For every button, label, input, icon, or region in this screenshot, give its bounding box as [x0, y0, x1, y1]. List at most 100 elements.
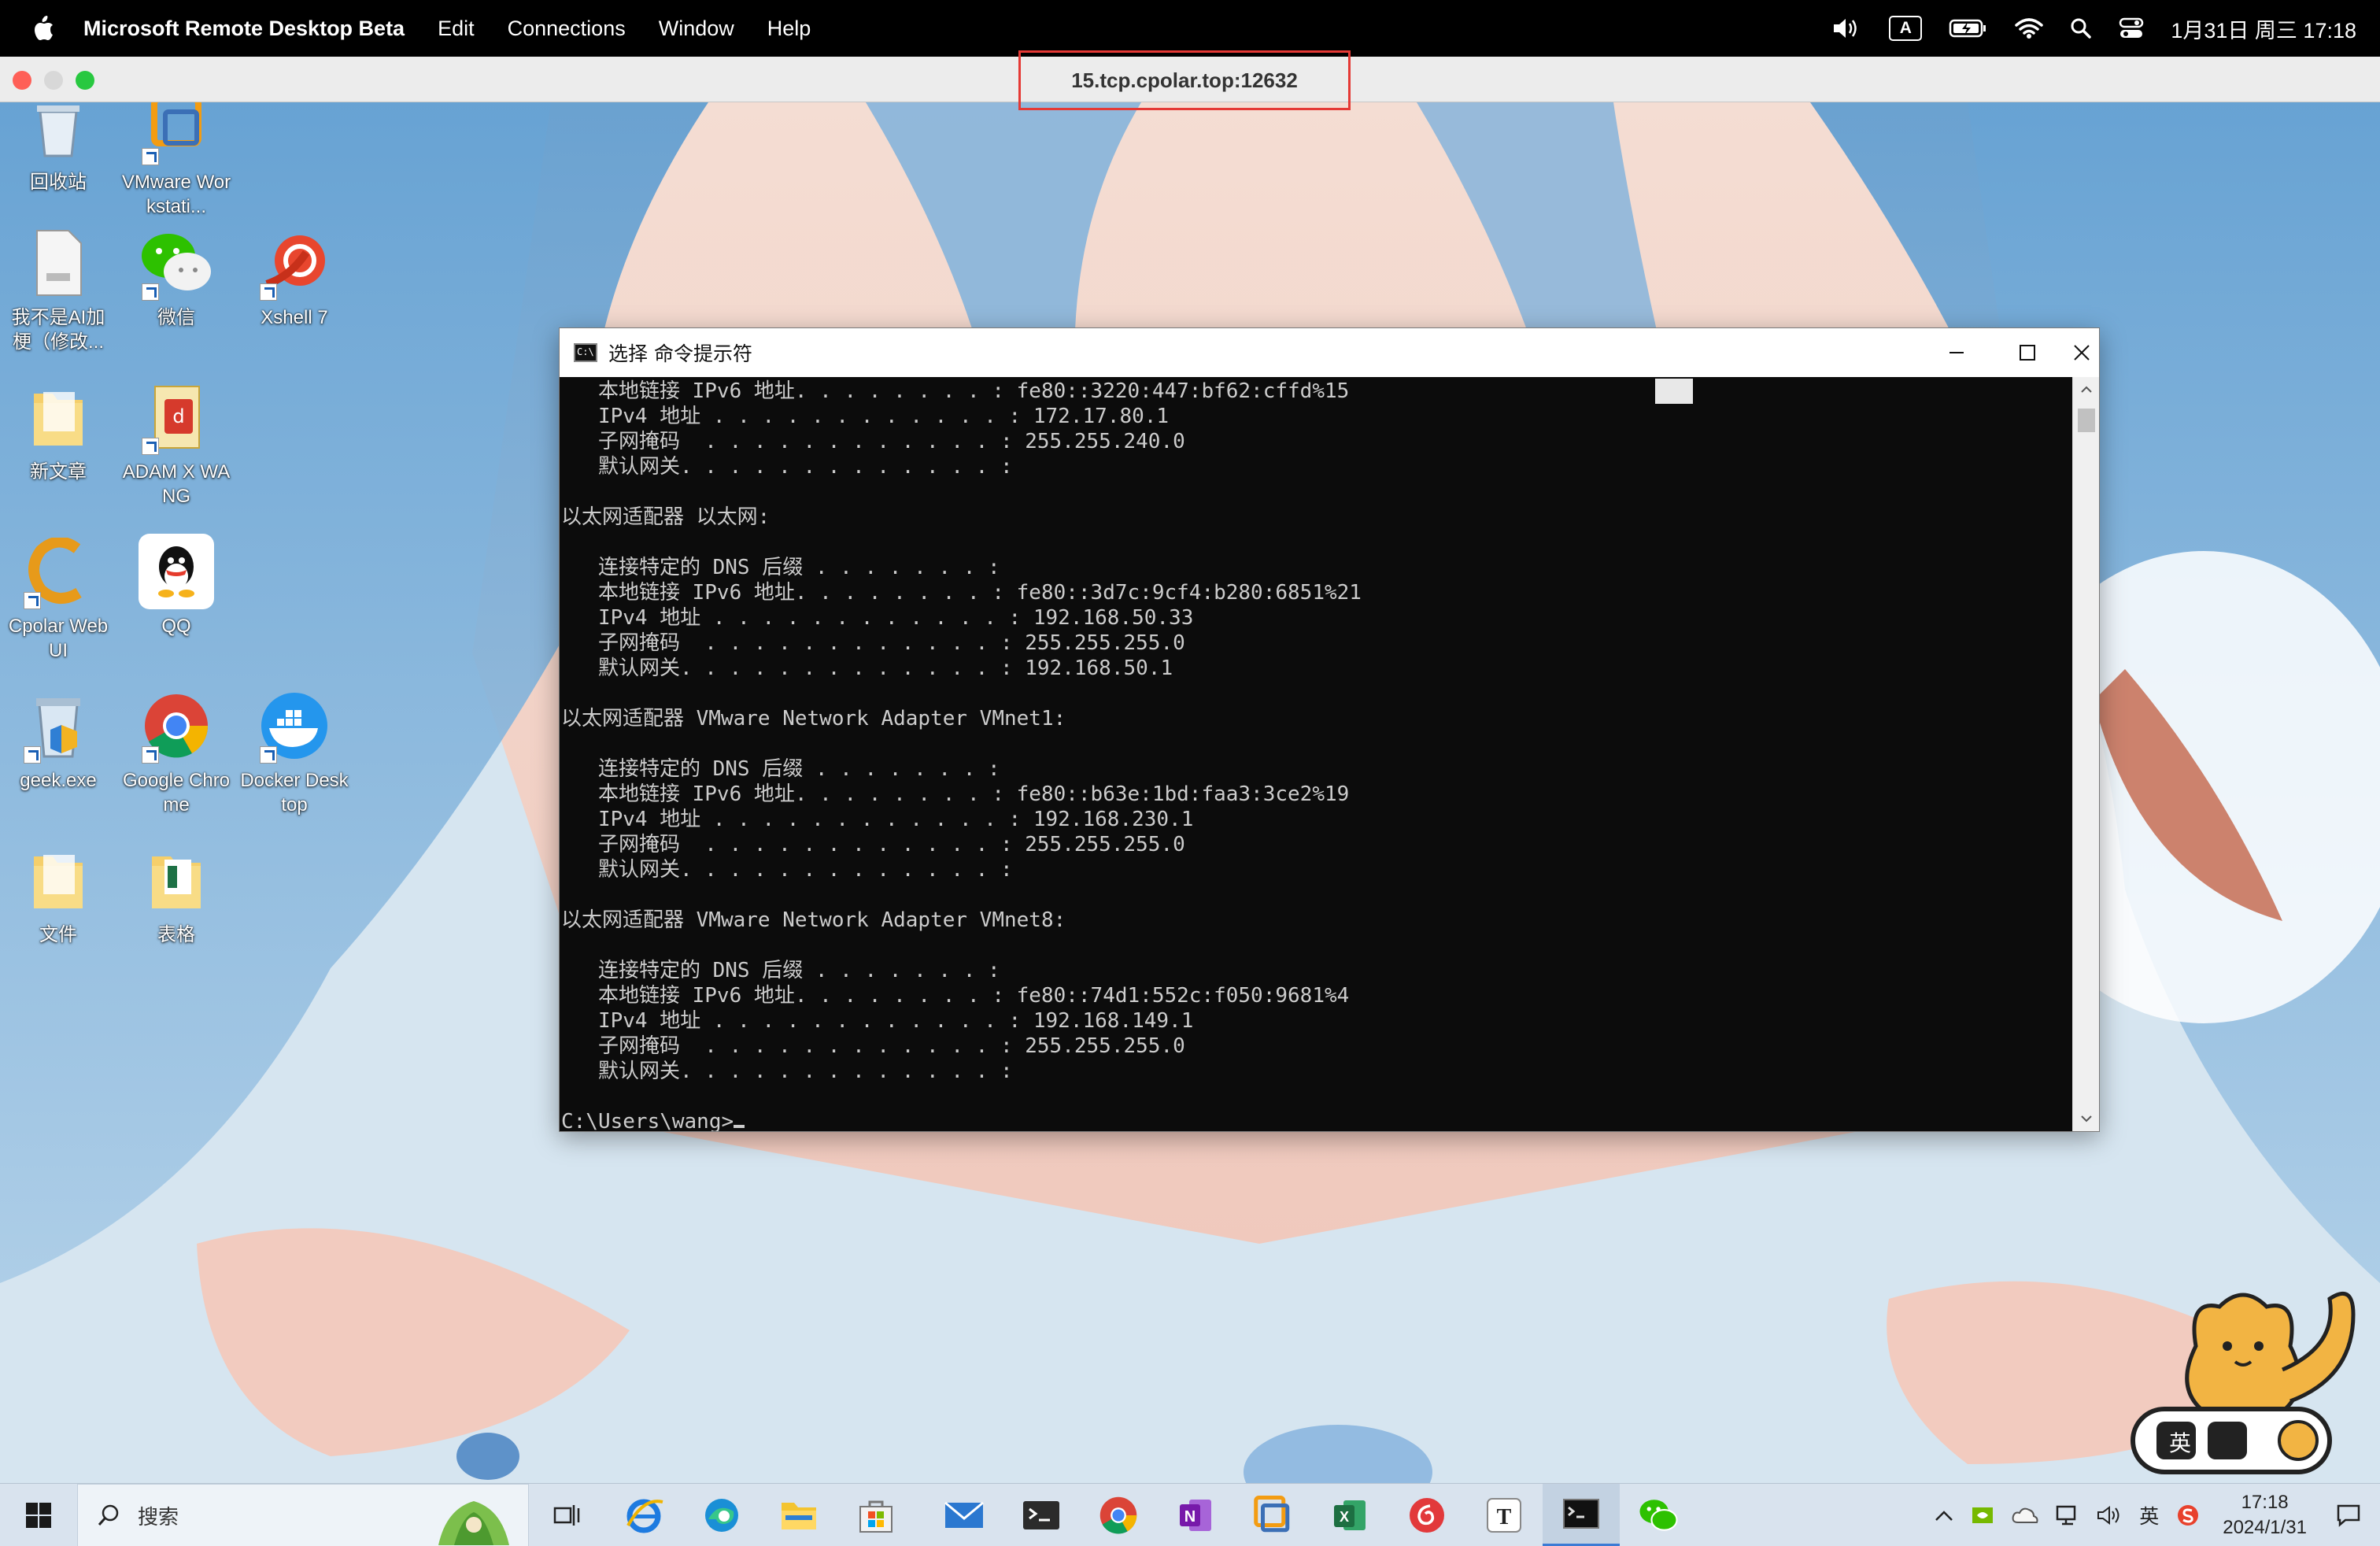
onedrive-cloud-icon[interactable] — [2012, 1507, 2038, 1524]
desktop-icon-label: 微信 — [157, 307, 195, 328]
desktop-icon-label: Xshell 7 — [261, 307, 328, 328]
desktop-icon-label: geek.exe — [20, 770, 97, 791]
vmware-workstation-icon — [1254, 1496, 1290, 1533]
show-hidden-icons-chevron-icon[interactable] — [1935, 1509, 1953, 1522]
text-selection-highlight — [1655, 379, 1693, 404]
taskbar-app-chrome[interactable] — [1080, 1484, 1157, 1546]
taskbar-search-box[interactable]: 搜索 — [77, 1484, 529, 1546]
spotlight-search-icon[interactable] — [2070, 17, 2092, 39]
edge-icon — [705, 1499, 738, 1532]
console-line: 以太网适配器 VMware Network Adapter VMnet8: — [561, 908, 1066, 932]
desktop-icon-xshell[interactable]: Xshell 7 — [239, 225, 349, 330]
console-line: 子网掩码 . . . . . . . . . . . . : 255.255.2… — [561, 1034, 1185, 1058]
menu-connections[interactable]: Connections — [508, 17, 626, 41]
docker-whale-icon — [257, 688, 332, 764]
taskbar-clock[interactable]: 17:18 2024/1/31 — [2223, 1490, 2307, 1540]
console-line: IPv4 地址 . . . . . . . . . . . . : 192.16… — [561, 808, 1194, 831]
desktop-icon-recycle-bin[interactable]: 回收站 — [3, 102, 113, 194]
scrollbar-thumb[interactable] — [2078, 409, 2095, 432]
menubar-clock[interactable]: 1月31日 周三 17:18 — [2171, 13, 2356, 44]
desktop-icon-vmware[interactable]: VMware Workstati... — [121, 102, 231, 219]
cmd-maximize-button[interactable] — [1992, 328, 2063, 377]
ime-mascot-widget[interactable]: 英 — [2117, 1252, 2369, 1480]
cmd-minimize-button[interactable] — [1921, 328, 1992, 377]
scroll-down-arrow-icon[interactable] — [2073, 1106, 2100, 1131]
apple-menu-icon[interactable] — [24, 15, 63, 42]
taskbar-app-onenote[interactable]: N — [1157, 1484, 1234, 1546]
desktop-icon-label: QQ — [161, 616, 191, 637]
scroll-up-arrow-icon[interactable] — [2073, 377, 2100, 402]
cmd-vertical-scrollbar[interactable] — [2072, 377, 2099, 1131]
desktop-icon-adam-x-wang[interactable]: d ADAM X WANG — [121, 379, 231, 509]
taskbar-app-mail[interactable] — [926, 1484, 1003, 1546]
battery-icon[interactable] — [1949, 18, 1988, 39]
vmware-workstation-icon — [139, 102, 214, 165]
taskbar-app-ie[interactable] — [606, 1484, 683, 1546]
console-line: IPv4 地址 . . . . . . . . . . . . : 192.16… — [561, 606, 1194, 630]
desktop-icon-label: 新文章 — [30, 461, 87, 483]
taskbar-app-cmd[interactable] — [1543, 1484, 1620, 1546]
taskbar-app-excel[interactable]: X — [1311, 1484, 1388, 1546]
input-source-indicator[interactable]: A — [1889, 16, 1923, 41]
chrome-icon — [1099, 1496, 1137, 1534]
start-button[interactable] — [0, 1484, 77, 1546]
task-view-icon — [553, 1505, 580, 1526]
sogou-ime-icon[interactable] — [2176, 1503, 2200, 1527]
command-prompt-window[interactable]: C:\ 选择 命令提示符 本地链接 IPv6 地址. . . . . . . .… — [559, 327, 2100, 1132]
desktop-icon-folder-new-article[interactable]: 新文章 — [3, 379, 113, 484]
wifi-icon[interactable] — [2015, 17, 2044, 39]
desktop-icon-cpolar-web-ui[interactable]: Cpolar Web UI — [3, 534, 113, 663]
taskbar-app-netease-music[interactable] — [1388, 1484, 1465, 1546]
pdf-document-icon: d — [139, 379, 214, 455]
notification-center-icon[interactable] — [2336, 1503, 2361, 1527]
desktop-icon-google-chrome[interactable]: Google Chrome — [121, 688, 231, 817]
desktop-icon-docker-desktop[interactable]: Docker Desktop — [239, 688, 349, 817]
volume-icon[interactable] — [1832, 17, 1862, 39]
console-prompt: C:\Users\wang> — [561, 1110, 734, 1131]
desktop-icon-geek[interactable]: geek.exe — [3, 688, 113, 793]
close-window-button[interactable] — [13, 71, 31, 90]
taskbar-app-wechat[interactable] — [1620, 1484, 1697, 1546]
console-line: 默认网关. . . . . . . . . . . . . : — [561, 455, 1013, 479]
network-icon[interactable] — [2056, 1505, 2079, 1526]
taskbar-app-vmware[interactable] — [1234, 1484, 1311, 1546]
zoom-window-button[interactable] — [76, 71, 94, 90]
desktop-icon-wechat[interactable]: 微信 — [121, 225, 231, 330]
menubar-app-name[interactable]: Microsoft Remote Desktop Beta — [83, 17, 405, 41]
desktop-icon-label: 我不是AI加梗（修改... — [11, 307, 105, 353]
cmd-window-title: 选择 命令提示符 — [608, 342, 752, 365]
desktop-icon-folder-spreadsheets[interactable]: 表格 — [121, 842, 231, 947]
menu-window[interactable]: Window — [659, 17, 734, 41]
xshell-icon — [257, 225, 332, 301]
desktop-icon-folder-files[interactable]: 文件 — [3, 842, 113, 947]
qq-penguin-icon — [139, 534, 214, 609]
cmd-titlebar[interactable]: C:\ 选择 命令提示符 — [560, 328, 2099, 377]
desktop-icon-qq[interactable]: QQ — [121, 534, 231, 638]
menu-help[interactable]: Help — [767, 17, 811, 41]
windows-taskbar: 搜索 N X T 英 17:18 2024/1/31 — [0, 1483, 2380, 1546]
search-icon — [98, 1504, 119, 1526]
desktop-icon-document[interactable]: 我不是AI加梗（修改... — [3, 225, 113, 354]
typora-icon: T — [1487, 1498, 1521, 1533]
taskbar-app-edge[interactable] — [683, 1484, 760, 1546]
speaker-volume-icon[interactable] — [2097, 1505, 2122, 1526]
task-view-button[interactable] — [529, 1484, 606, 1546]
geek-uninstaller-icon — [20, 688, 96, 764]
taskbar-app-typora[interactable]: T — [1465, 1484, 1543, 1546]
cmd-console-output[interactable]: 本地链接 IPv6 地址. . . . . . . . : fe80::3220… — [560, 377, 2074, 1131]
nvidia-icon[interactable] — [1971, 1506, 1994, 1525]
minimize-window-button[interactable] — [44, 71, 63, 90]
control-center-icon[interactable] — [2119, 17, 2144, 39]
menu-edit[interactable]: Edit — [438, 17, 475, 41]
excel-icon: X — [1334, 1500, 1366, 1530]
taskbar-app-file-explorer[interactable] — [760, 1484, 837, 1546]
console-line: 以太网适配器 以太网: — [561, 505, 771, 529]
desktop-icon-label: 文件 — [39, 924, 77, 945]
input-language-indicator[interactable]: 英 — [2139, 1501, 2159, 1529]
cmd-close-button[interactable] — [2063, 328, 2101, 377]
internet-explorer-icon — [626, 1499, 663, 1533]
connection-host-label: 15.tcp.cpolar.top:12632 — [1071, 68, 1298, 92]
desktop-icon-label: 回收站 — [30, 172, 87, 193]
taskbar-app-terminal[interactable] — [1003, 1484, 1080, 1546]
taskbar-app-store[interactable] — [837, 1484, 915, 1546]
